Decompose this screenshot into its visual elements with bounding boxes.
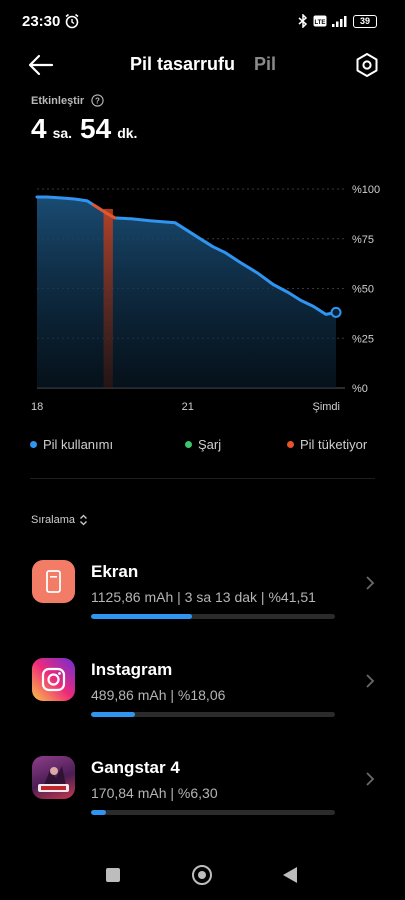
app-row-gangstar[interactable]: Gangstar 4 170,84 mAh | %6,30: [0, 756, 405, 836]
chevron-right-icon: [366, 674, 375, 688]
app-detail: 489,86 mAh | %18,06: [91, 687, 226, 703]
y-tick-label: %75: [352, 234, 374, 246]
y-tick-label: %50: [352, 284, 374, 296]
app-name: Gangstar 4: [91, 758, 180, 777]
drain-band: [103, 208, 113, 388]
legend-item-usage: Pil kullanımı: [30, 437, 113, 452]
system-nav-bar: [0, 850, 405, 900]
alarm-icon: [65, 13, 79, 29]
app-name: Ekran: [91, 562, 139, 581]
volte-icon: LTE: [313, 15, 327, 27]
usage-bar-fill: [91, 614, 193, 619]
svg-text:LTE: LTE: [315, 20, 326, 26]
minutes-value: 54: [80, 113, 112, 144]
divider: [30, 478, 375, 479]
hours-unit: sa.: [52, 125, 73, 141]
home-button[interactable]: [192, 865, 212, 885]
legend-label-charge: Şarj: [198, 437, 222, 452]
status-indicators: LTE 39: [298, 13, 377, 29]
chart-legend: Pil kullanımı Şarj Pil tüketiyor: [30, 437, 380, 455]
signal-icon: [332, 16, 347, 27]
remaining-time: 4 sa. 54 dk.: [31, 113, 145, 145]
chevron-right-icon: [366, 772, 375, 786]
usage-bar: [91, 614, 335, 619]
header: Pil tasarrufu Pil: [0, 44, 405, 88]
x-tick-label: Şimdi: [312, 401, 340, 413]
battery-chart-svg: %100 %75 %50 %25 %0 18 21 Şimdi: [31, 184, 380, 413]
recent-apps-button[interactable]: [106, 868, 120, 882]
sort-label: Sıralama: [31, 514, 76, 526]
help-icon[interactable]: ?: [91, 94, 104, 107]
tab-battery[interactable]: Pil: [254, 54, 276, 75]
status-time: 23:30: [22, 13, 61, 30]
minutes-unit: dk.: [117, 125, 138, 141]
legend-item-drain: Pil tüketiyor: [287, 437, 367, 452]
hours-value: 4: [31, 113, 47, 144]
app-name: Instagram: [91, 660, 173, 679]
arrow-left-icon[interactable]: [26, 52, 56, 78]
tab-battery-saver[interactable]: Pil tasarrufu: [130, 54, 235, 75]
usage-bar-fill: [91, 712, 136, 717]
app-row-ekran[interactable]: Ekran 1125,86 mAh | 3 sa 13 dak | %41,51: [0, 560, 405, 640]
legend-dot-charge: [185, 441, 192, 448]
usage-bar: [91, 712, 335, 717]
bluetooth-icon: [298, 14, 308, 28]
y-tick-label: %25: [352, 333, 374, 345]
usage-area: [37, 197, 336, 388]
x-tick-label: 21: [182, 401, 194, 413]
legend-label-usage: Pil kullanımı: [43, 437, 114, 452]
back-triangle-button[interactable]: [283, 867, 297, 883]
current-level-marker: [330, 306, 342, 318]
legend-dot-drain: [287, 441, 294, 448]
y-tick-label: %0: [352, 383, 368, 395]
sort-chevrons-icon: [80, 514, 87, 526]
app-detail: 170,84 mAh | %6,30: [91, 785, 218, 801]
summary-label: Etkinleştir: [31, 95, 85, 107]
gangstar-game-icon: [32, 756, 75, 799]
x-tick-label: 18: [31, 401, 43, 413]
battery-icon: 39: [353, 14, 377, 28]
chevron-right-icon: [366, 576, 375, 590]
svg-text:?: ?: [95, 96, 100, 105]
settings-gear-icon[interactable]: [353, 51, 381, 79]
battery-chart: %100 %75 %50 %25 %0 18 21 Şimdi: [0, 170, 405, 420]
instagram-icon: [32, 658, 75, 701]
screen-icon: [32, 560, 75, 603]
legend-item-charge: Şarj: [185, 437, 221, 452]
sort-button[interactable]: Sıralama: [31, 514, 88, 526]
usage-bar: [91, 810, 335, 815]
app-row-instagram[interactable]: Instagram 489,86 mAh | %18,06: [0, 658, 405, 738]
app-detail: 1125,86 mAh | 3 sa 13 dak | %41,51: [91, 589, 316, 605]
legend-dot-usage: [30, 441, 37, 448]
legend-label-drain: Pil tüketiyor: [300, 437, 368, 452]
status-bar: 23:30 LTE 39: [0, 0, 405, 44]
y-tick-label: %100: [352, 184, 380, 196]
usage-bar-fill: [91, 810, 107, 815]
